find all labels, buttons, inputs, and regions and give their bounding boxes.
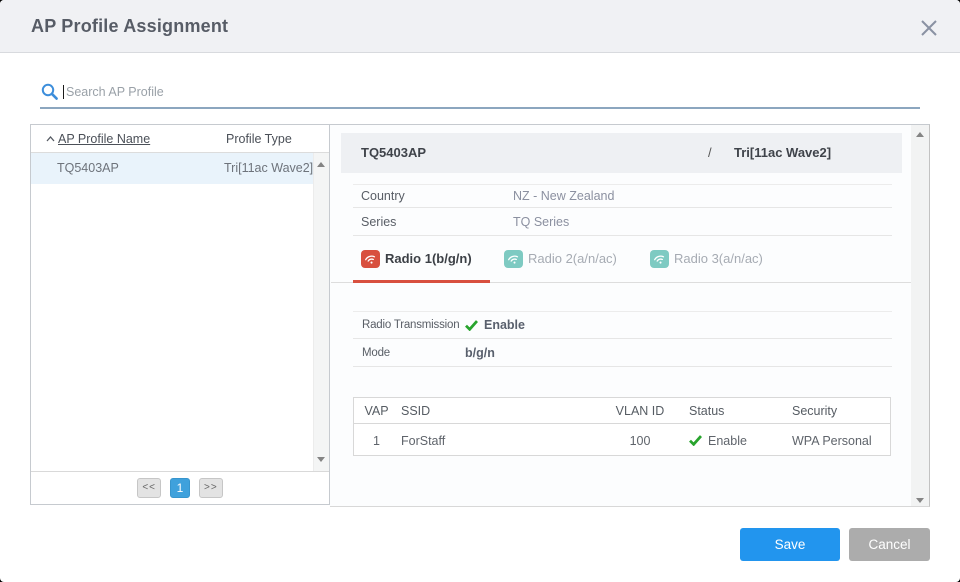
tab-radio-2[interactable]: Radio 2(a/n/ac): [504, 250, 617, 283]
ssid-cell: ForStaff: [401, 425, 606, 456]
ap-profile-assignment-dialog: AP Profile Assignment Search AP Profile …: [0, 0, 960, 582]
field-value-text: Enable: [484, 318, 525, 332]
field-label: Radio Transmission: [362, 312, 459, 338]
field-row-radio-transmission: Radio Transmission Enable: [353, 312, 892, 339]
search-icon: [40, 82, 60, 102]
scroll-down-icon[interactable]: [916, 498, 924, 503]
column-header-profile-type[interactable]: Profile Type: [226, 125, 292, 153]
profile-type-cell: Tri[11ac Wave2]: [224, 153, 313, 184]
tab-radio-1[interactable]: Radio 1(b/g/n): [361, 250, 472, 283]
field-value: Enable: [465, 312, 525, 338]
wifi-icon-teal: [650, 250, 669, 268]
tab-radio-3[interactable]: Radio 3(a/n/ac): [650, 250, 763, 283]
close-icon[interactable]: [919, 18, 939, 38]
field-row-mode: Mode b/g/n: [353, 339, 892, 367]
pagination-prev-button[interactable]: <<: [137, 478, 161, 498]
column-header-ap-profile-name[interactable]: AP Profile Name: [58, 125, 150, 153]
sort-ascending-icon[interactable]: [46, 136, 55, 142]
profile-list-row[interactable]: TQ5403AP Tri[11ac Wave2]: [31, 153, 313, 184]
field-label: Series: [361, 208, 396, 235]
active-tab-underline: [353, 280, 490, 283]
status-text: Enable: [708, 434, 747, 448]
profile-list-header: AP Profile Name Profile Type: [31, 125, 329, 153]
check-icon: [689, 435, 702, 446]
wifi-icon-teal: [504, 250, 523, 268]
column-header-vap: VAP: [354, 398, 399, 423]
vap-table-header: VAP SSID VLAN ID Status Security: [354, 398, 890, 424]
details-title-separator: /: [708, 133, 712, 173]
radio-tabs: Radio 1(b/g/n) Radio 2(a/n/ac): [353, 250, 909, 283]
check-icon: [465, 320, 478, 331]
save-button[interactable]: Save: [740, 528, 840, 561]
pagination-next-button[interactable]: >>: [199, 478, 223, 498]
field-value: b/g/n: [465, 339, 495, 366]
field-label: Mode: [362, 339, 390, 366]
pagination: << 1 >>: [31, 471, 329, 504]
field-value: TQ Series: [513, 208, 569, 235]
profile-name-cell: TQ5403AP: [57, 153, 119, 184]
wifi-icon-red: [361, 250, 380, 268]
details-title-bar: TQ5403AP / Tri[11ac Wave2]: [341, 133, 902, 173]
scroll-up-icon[interactable]: [317, 162, 325, 167]
vap-table: VAP SSID VLAN ID Status Security 1 ForSt…: [353, 397, 891, 456]
field-row-series: Series TQ Series: [353, 208, 892, 236]
field-value: NZ - New Zealand: [513, 185, 614, 207]
column-header-security: Security: [782, 398, 890, 423]
scroll-up-icon[interactable]: [916, 132, 924, 137]
dialog-header: AP Profile Assignment: [0, 0, 960, 53]
profile-list-panel: AP Profile Name Profile Type TQ5403AP Tr…: [30, 124, 330, 505]
pagination-page-1-button[interactable]: 1: [170, 478, 190, 498]
field-label: Country: [361, 185, 405, 207]
vlan-id-cell: 100: [611, 425, 669, 456]
details-profile-type: Tri[11ac Wave2]: [734, 133, 831, 173]
tab-label: Radio 1(b/g/n): [385, 250, 472, 268]
security-cell: WPA Personal: [782, 425, 890, 456]
profile-details-panel: TQ5403AP / Tri[11ac Wave2] Country NZ - …: [330, 124, 930, 507]
vap-table-row: 1 ForStaff 100 Enable WPA Personal: [354, 425, 890, 456]
tab-label: Radio 3(a/n/ac): [674, 250, 763, 268]
details-scrollbar[interactable]: [911, 125, 929, 506]
search-input[interactable]: Search AP Profile: [66, 85, 666, 99]
column-header-ssid: SSID: [401, 398, 606, 423]
cancel-button[interactable]: Cancel: [849, 528, 930, 561]
column-header-status: Status: [679, 398, 782, 423]
field-value-text: b/g/n: [465, 346, 495, 360]
text-caret: [63, 85, 64, 99]
column-header-vlan-id: VLAN ID: [611, 398, 669, 423]
field-row-country: Country NZ - New Zealand: [353, 185, 892, 208]
vap-cell: 1: [354, 425, 399, 456]
search-underline: [40, 107, 920, 109]
scroll-down-icon[interactable]: [317, 457, 325, 462]
tab-label: Radio 2(a/n/ac): [528, 250, 617, 268]
details-profile-name: TQ5403AP: [361, 133, 426, 173]
list-scrollbar[interactable]: [313, 153, 329, 471]
status-cell: Enable: [679, 425, 782, 456]
dialog-title: AP Profile Assignment: [31, 0, 228, 53]
